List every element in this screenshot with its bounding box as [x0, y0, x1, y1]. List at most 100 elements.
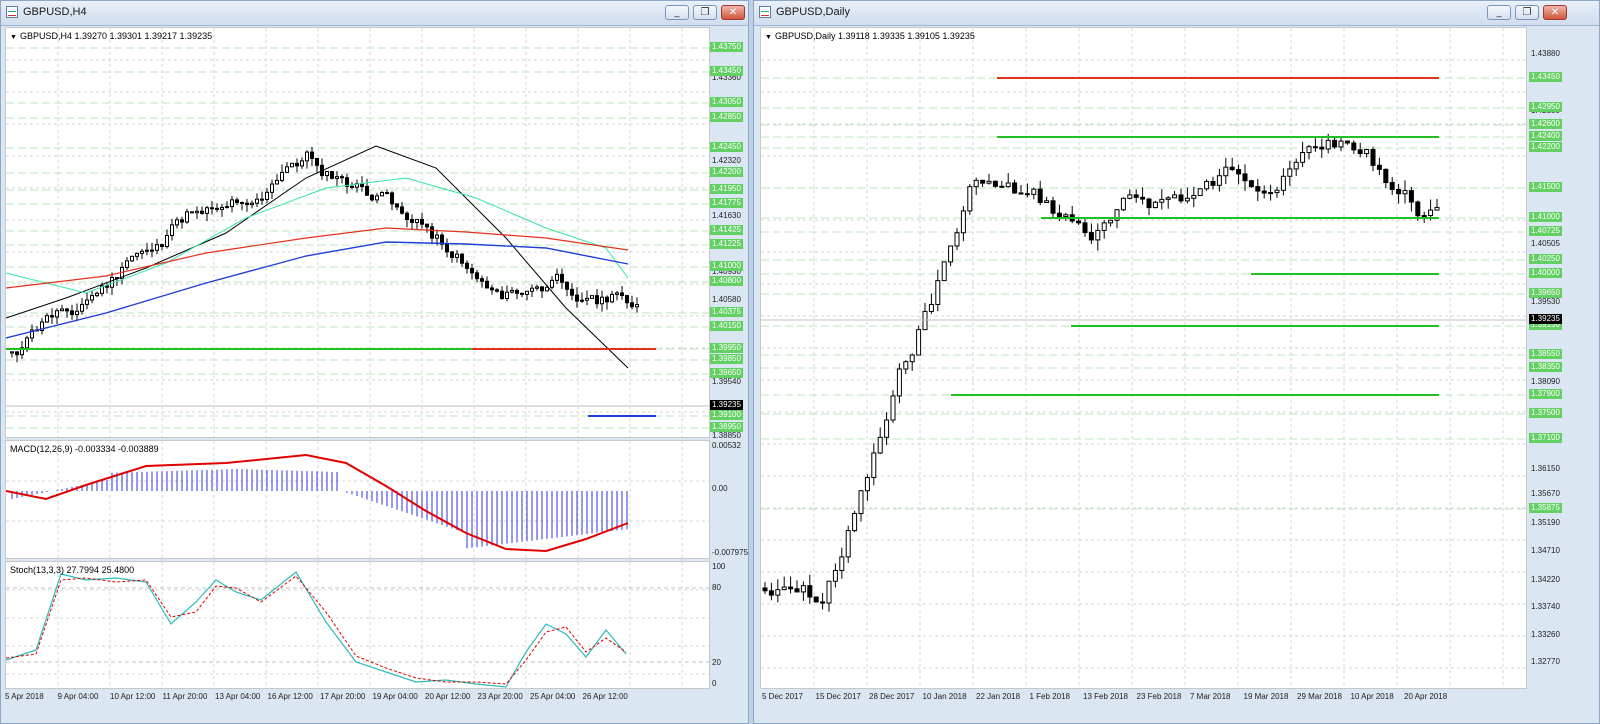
daily-candle: [1108, 219, 1114, 224]
daily-candle: [1268, 192, 1274, 195]
daily-time-label: 7 Mar 2018: [1190, 692, 1231, 701]
h4-time-label: 5 Apr 2018: [5, 692, 44, 701]
macd-svg: [6, 441, 709, 558]
close-button[interactable]: ✕: [1543, 5, 1567, 20]
daily-price-chart[interactable]: ▼ GBPUSD,Daily 1.39118 1.39335 1.39105 1.…: [760, 27, 1527, 689]
daily-candle: [1095, 229, 1101, 241]
h4-level-tag: 1.39950: [710, 343, 743, 353]
daily-time-label: 23 Feb 2018: [1136, 692, 1182, 701]
daily-time-label: 28 Dec 2017: [869, 692, 915, 701]
h4-candle: [510, 289, 514, 293]
stochastic-indicator-pane[interactable]: Stoch(13,3,3) 27.7994 25.4800: [5, 561, 710, 689]
daily-level-tag: 1.42600: [1529, 119, 1562, 129]
h4-candle: [45, 315, 49, 323]
h4-candle: [270, 183, 274, 193]
h4-candle: [540, 286, 544, 292]
h4-candle: [410, 219, 414, 223]
restore-button[interactable]: ❐: [693, 5, 717, 20]
daily-ohlc-text: GBPUSD,Daily 1.39118 1.39335 1.39105 1.3…: [774, 31, 975, 41]
daily-candle: [1088, 232, 1094, 241]
h4-time-label: 13 Apr 04:00: [215, 692, 261, 701]
daily-candle: [794, 588, 800, 593]
h4-candle: [530, 287, 534, 292]
h4-level-tag: 1.42850: [710, 112, 743, 122]
h4-candle: [370, 194, 374, 201]
h4-candle: [135, 252, 139, 257]
daily-candle: [909, 354, 915, 363]
daily-price-tick: 1.40505: [1531, 239, 1560, 248]
daily-candle: [896, 368, 902, 397]
h4-level-tag: 1.39650: [710, 368, 743, 378]
stoch-axis-tick: 100: [712, 562, 726, 571]
daily-candle: [1325, 139, 1331, 150]
daily-candle: [1140, 196, 1146, 200]
minimize-button[interactable]: _: [1487, 5, 1511, 20]
h4-candle: [235, 199, 239, 203]
daily-candle: [1370, 149, 1376, 166]
daily-price-tick: 1.38090: [1531, 377, 1560, 386]
h4-candle: [95, 292, 99, 297]
daily-chart-label: ▼ GBPUSD,Daily 1.39118 1.39335 1.39105 1.…: [765, 31, 975, 41]
h4-candle: [160, 244, 164, 247]
daily-candle: [1255, 186, 1261, 192]
h4-candle: [550, 279, 554, 288]
h4-candle: [385, 192, 389, 195]
h4-candle: [400, 206, 404, 214]
h4-level-tag: 1.41425: [710, 225, 743, 235]
h4-candle: [290, 162, 294, 168]
h4-window-titlebar[interactable]: GBPUSD,H4 _ ❐ ✕: [1, 1, 748, 26]
h4-candle: [605, 296, 609, 303]
h4-candle: [285, 166, 289, 173]
h4-time-label: 25 Apr 04:00: [530, 692, 576, 701]
h4-candle: [335, 176, 339, 179]
daily-candle: [781, 586, 787, 591]
h4-candle: [525, 290, 529, 295]
daily-candle: [903, 361, 909, 370]
h4-price-chart[interactable]: ▼ GBPUSD,H4 1.39270 1.39301 1.39217 1.392…: [5, 27, 710, 438]
daily-candle: [1415, 201, 1421, 217]
h4-candle: [65, 308, 69, 312]
daily-candle: [1012, 182, 1018, 194]
h4-candle: [55, 310, 59, 318]
daily-price-tick: 1.36150: [1531, 464, 1560, 473]
daily-candle: [800, 585, 806, 593]
h4-candle: [610, 293, 614, 303]
h4-candle: [225, 206, 229, 209]
h4-chart-window[interactable]: GBPUSD,H4 _ ❐ ✕ ▼ GBPUSD,H4 1.39270 1.393…: [0, 0, 749, 724]
h4-candle: [140, 250, 144, 254]
daily-level-tag: 1.41000: [1529, 212, 1562, 222]
daily-candle: [1076, 220, 1082, 224]
h4-candle: [310, 151, 314, 159]
daily-candle: [768, 590, 774, 596]
daily-candle: [775, 589, 781, 596]
h4-level-tag: 1.41225: [710, 239, 743, 249]
daily-candle: [839, 556, 845, 571]
close-button[interactable]: ✕: [721, 5, 745, 20]
h4-chart-label: ▼ GBPUSD,H4 1.39270 1.39301 1.39217 1.392…: [10, 31, 212, 41]
h4-candle: [250, 202, 254, 206]
daily-candle: [1389, 182, 1395, 190]
daily-candle: [967, 186, 973, 212]
macd-indicator-pane[interactable]: MACD(12,26,9) -0.003334 -0.003889: [5, 440, 710, 559]
daily-window-titlebar[interactable]: GBPUSD,Daily _ ❐ ✕: [754, 1, 1599, 26]
daily-candle: [1300, 152, 1306, 163]
daily-candle: [1402, 190, 1408, 195]
h4-candle: [200, 210, 204, 214]
restore-button[interactable]: ❐: [1515, 5, 1539, 20]
daily-candle: [1287, 168, 1293, 177]
h4-candle: [275, 179, 279, 185]
daily-time-label: 15 Dec 2017: [815, 692, 861, 701]
daily-chart-window[interactable]: GBPUSD,Daily _ ❐ ✕ ▼ GBPUSD,Daily 1.39118…: [753, 0, 1600, 724]
h4-time-label: 20 Apr 12:00: [425, 692, 471, 701]
h4-candle: [470, 267, 474, 274]
minimize-button[interactable]: _: [665, 5, 689, 20]
daily-candle: [890, 395, 896, 421]
daily-level-tag: 1.43450: [1529, 72, 1562, 82]
daily-price-tick: 1.33260: [1531, 630, 1560, 639]
ma-mid-line: [6, 177, 629, 294]
h4-price-tick: 1.40580: [712, 295, 741, 304]
h4-candle: [430, 226, 434, 239]
h4-candle: [480, 278, 484, 282]
h4-candle: [555, 273, 559, 281]
h4-candle: [405, 212, 409, 221]
